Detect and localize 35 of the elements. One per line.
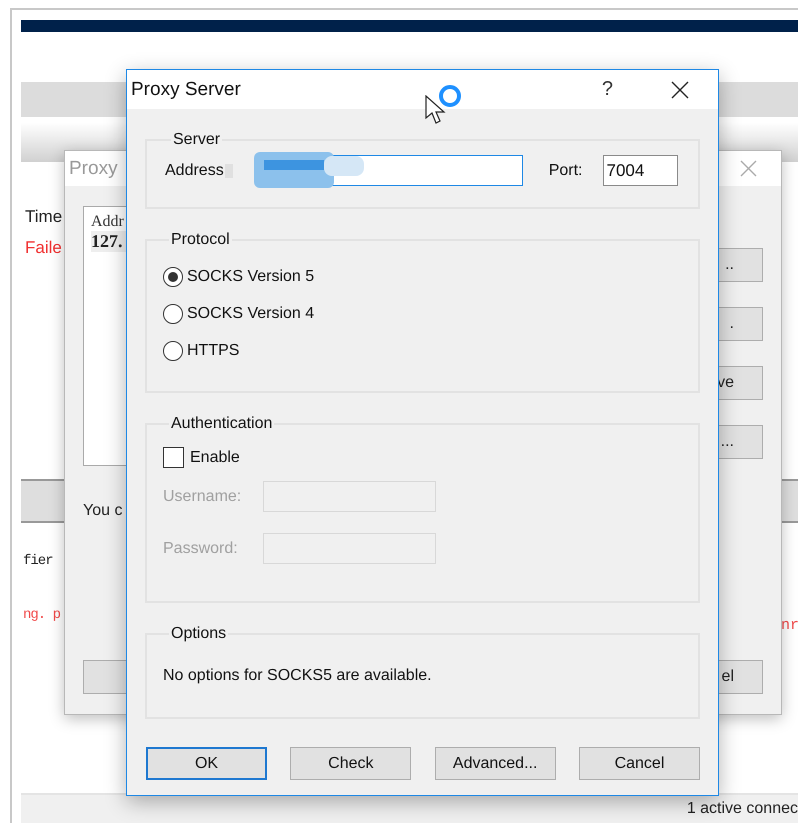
- radio-button[interactable]: [163, 267, 183, 287]
- help-button[interactable]: ?: [602, 78, 613, 101]
- message-text: You c: [83, 502, 124, 520]
- radio-label: SOCKS Version 5: [187, 268, 314, 286]
- checkbox-label: Enable: [190, 448, 240, 466]
- group-label: Authentication: [170, 415, 274, 433]
- group-label: Server: [172, 131, 222, 149]
- group-label: Options: [170, 625, 228, 643]
- address-label: Address: [165, 162, 224, 180]
- busy-ring-icon: [437, 83, 463, 109]
- log-line: fier: [22, 553, 53, 571]
- options-message: No options for SOCKS5 are available.: [163, 667, 433, 685]
- error-log-line: nr: [781, 617, 798, 634]
- window-title: Proxy Server: [131, 78, 241, 100]
- dialog-button[interactable]: OK: [146, 747, 267, 780]
- close-icon[interactable]: [671, 80, 689, 98]
- radio-button[interactable]: [163, 304, 183, 324]
- error-log-line: ng. p: [22, 607, 60, 625]
- column-label: Time: [24, 206, 62, 228]
- radio-button[interactable]: [163, 341, 183, 361]
- status-text: 1 active connec: [686, 800, 798, 818]
- port-label: Port:: [548, 162, 582, 180]
- dialog-button[interactable]: Check: [290, 747, 412, 780]
- window-title: Proxy: [69, 158, 118, 180]
- radio-label: HTTPS: [187, 342, 240, 360]
- field-label: Password:: [163, 540, 239, 558]
- port-field[interactable]: 7004: [602, 155, 678, 186]
- dialog-button[interactable]: Cancel: [578, 747, 700, 780]
- dialog-button[interactable]: Advanced...: [434, 747, 556, 780]
- list-header: Addr: [91, 213, 125, 231]
- checkbox[interactable]: [163, 447, 184, 468]
- group-label: Protocol: [170, 231, 231, 249]
- field-label: Username:: [163, 488, 242, 506]
- error-text: Faile: [24, 237, 62, 259]
- radio-label: SOCKS Version 4: [187, 305, 314, 323]
